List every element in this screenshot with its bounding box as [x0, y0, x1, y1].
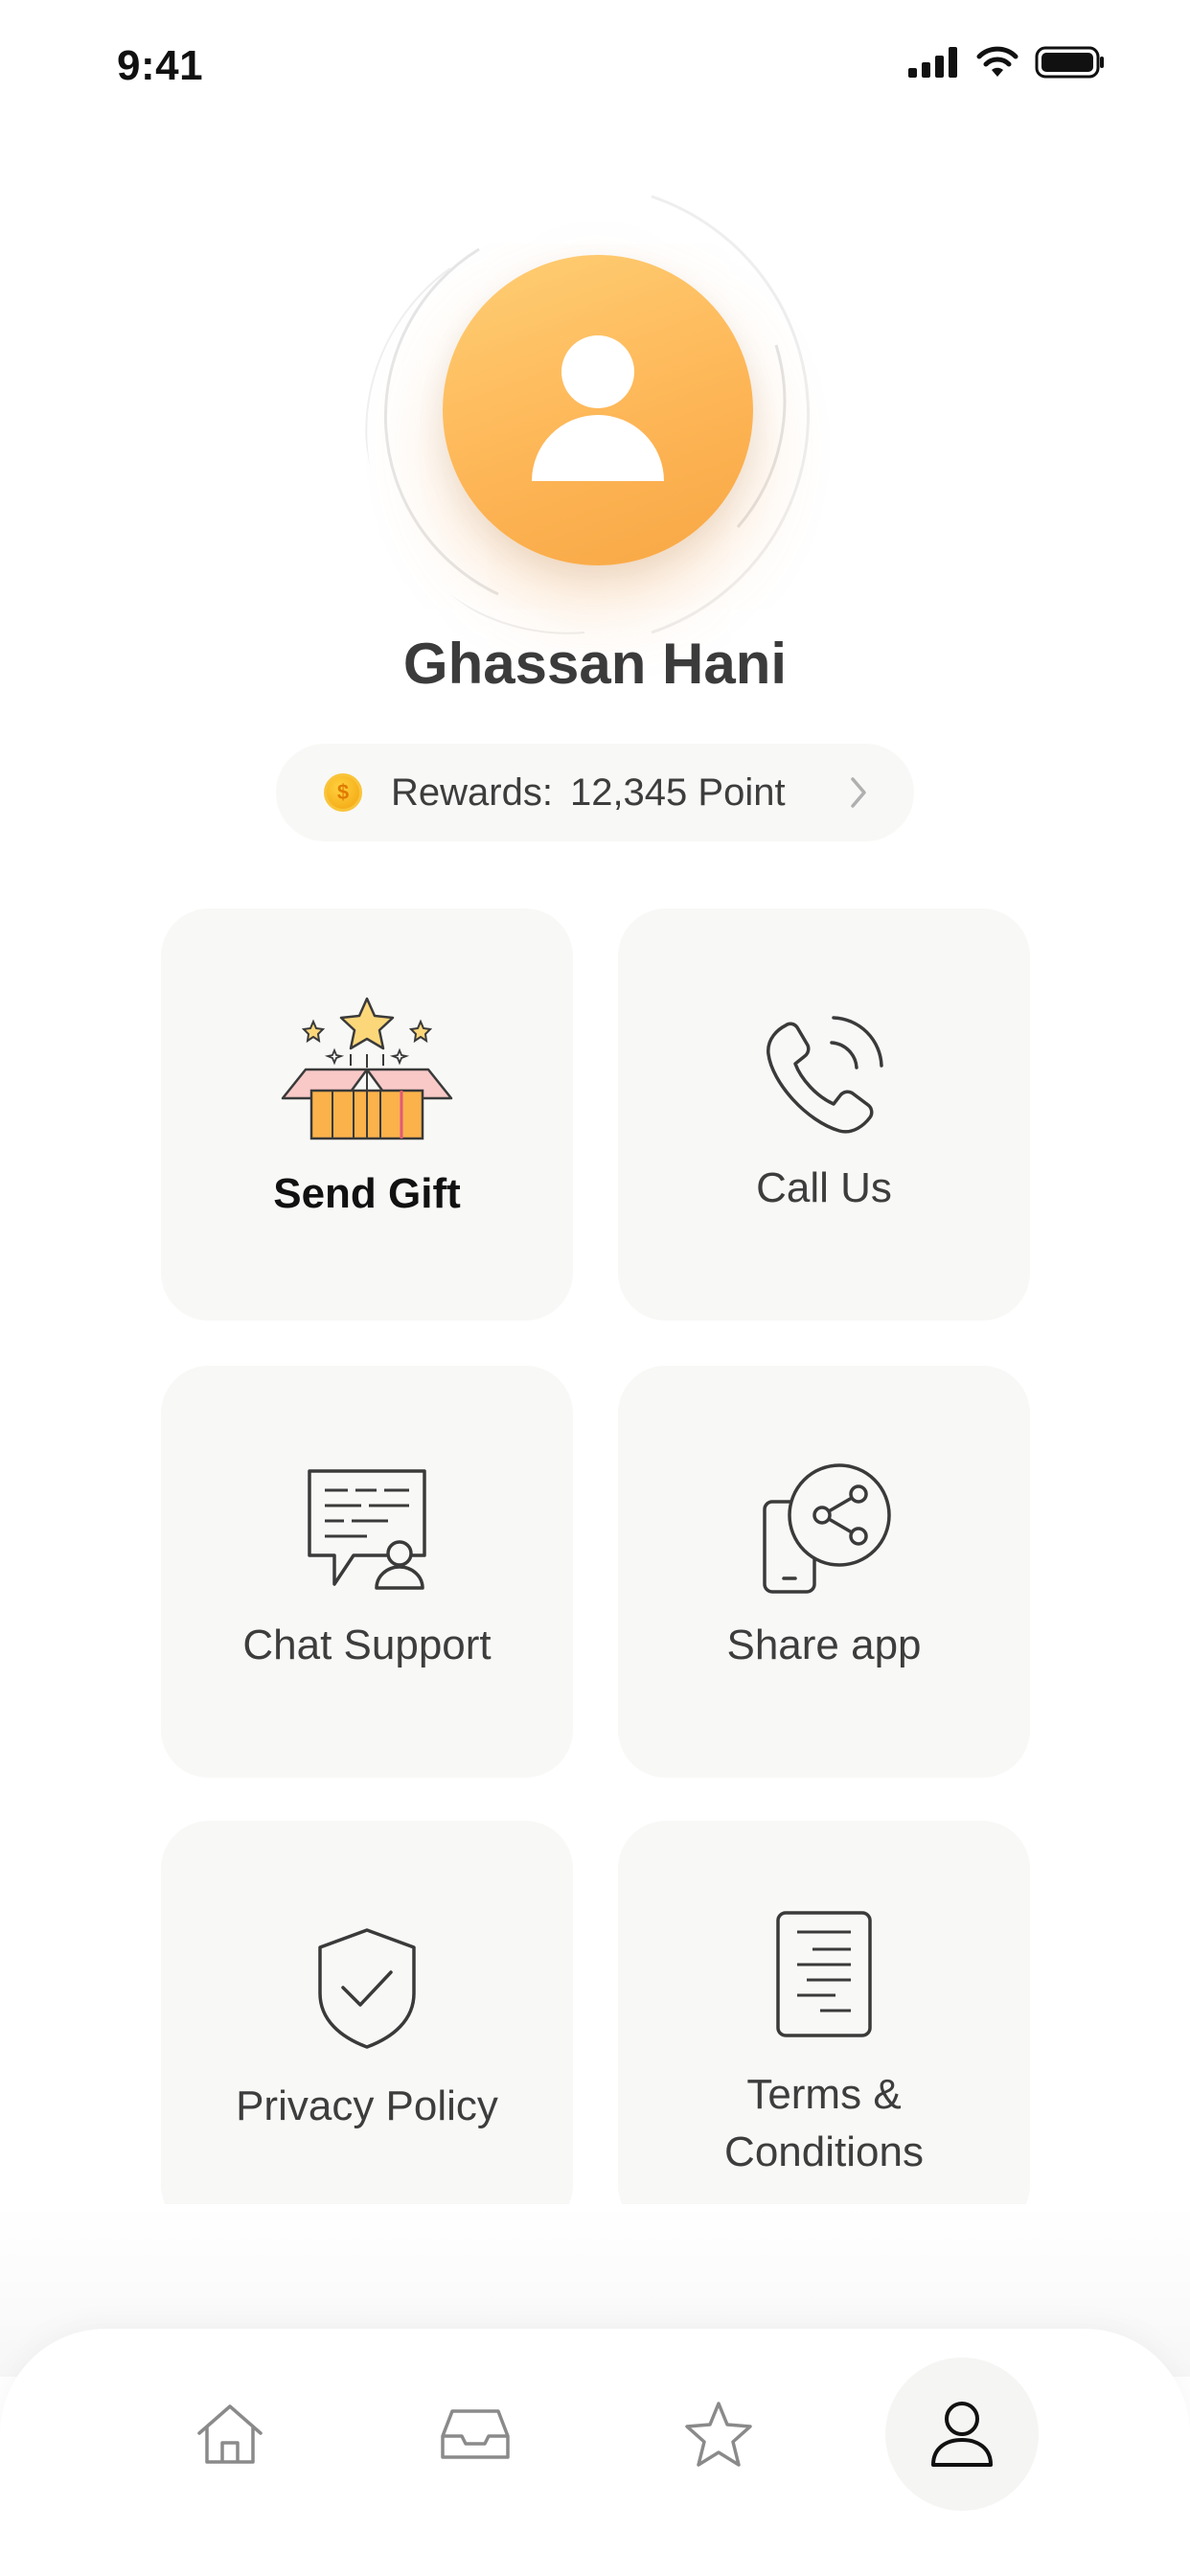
terms-label-line1: Terms &	[746, 2071, 902, 2118]
wifi-icon	[976, 46, 1018, 77]
chat-support-label: Chat Support	[242, 1622, 492, 1668]
nav-profile[interactable]	[885, 2358, 1039, 2511]
gift-box-icon	[281, 997, 453, 1140]
signal-icon	[908, 47, 957, 78]
rewards-button[interactable]: $ Rewards: 12,345 Point	[276, 744, 914, 841]
nav-home[interactable]	[153, 2358, 307, 2511]
document-icon	[776, 1911, 872, 2037]
rewards-value: 12,345 Point	[569, 770, 786, 814]
avatar-container	[364, 182, 828, 646]
share-app-label: Share app	[726, 1622, 922, 1668]
rewards-text: Rewards: 12,345 Point	[391, 771, 786, 815]
terms-conditions-label: Terms & Conditions	[618, 2066, 1030, 2181]
profile-name: Ghassan Hani	[402, 632, 788, 696]
battery-icon	[1035, 46, 1104, 79]
profile-icon	[931, 2402, 993, 2467]
share-app-card[interactable]: Share app	[618, 1366, 1030, 1778]
avatar[interactable]	[443, 255, 753, 565]
nav-favorites[interactable]	[642, 2358, 795, 2511]
shield-check-icon	[318, 1928, 416, 2049]
privacy-policy-label: Privacy Policy	[236, 2082, 498, 2129]
star-icon	[685, 2402, 752, 2467]
chat-support-card[interactable]: Chat Support	[161, 1366, 573, 1778]
terms-label-line2: Conditions	[724, 2128, 924, 2175]
call-us-card[interactable]: Call Us	[618, 908, 1030, 1321]
inbox-icon	[441, 2409, 510, 2459]
status-icons	[908, 46, 1106, 79]
terms-conditions-card[interactable]: Terms & Conditions	[618, 1821, 1030, 2233]
home-icon	[197, 2404, 263, 2464]
call-us-label: Call Us	[756, 1164, 892, 1211]
share-app-icon	[763, 1463, 891, 1594]
send-gift-card[interactable]: Send Gift	[161, 908, 573, 1321]
chevron-right-icon	[851, 777, 866, 808]
chat-support-icon	[308, 1469, 426, 1590]
send-gift-label: Send Gift	[273, 1170, 461, 1217]
rewards-label: Rewards:	[391, 770, 553, 814]
phone-icon	[767, 1016, 883, 1134]
user-silhouette-icon	[532, 335, 664, 481]
privacy-policy-card[interactable]: Privacy Policy	[161, 1821, 573, 2233]
nav-inbox[interactable]	[399, 2358, 552, 2511]
status-time: 9:41	[117, 42, 204, 89]
coin-icon: $	[324, 773, 362, 812]
